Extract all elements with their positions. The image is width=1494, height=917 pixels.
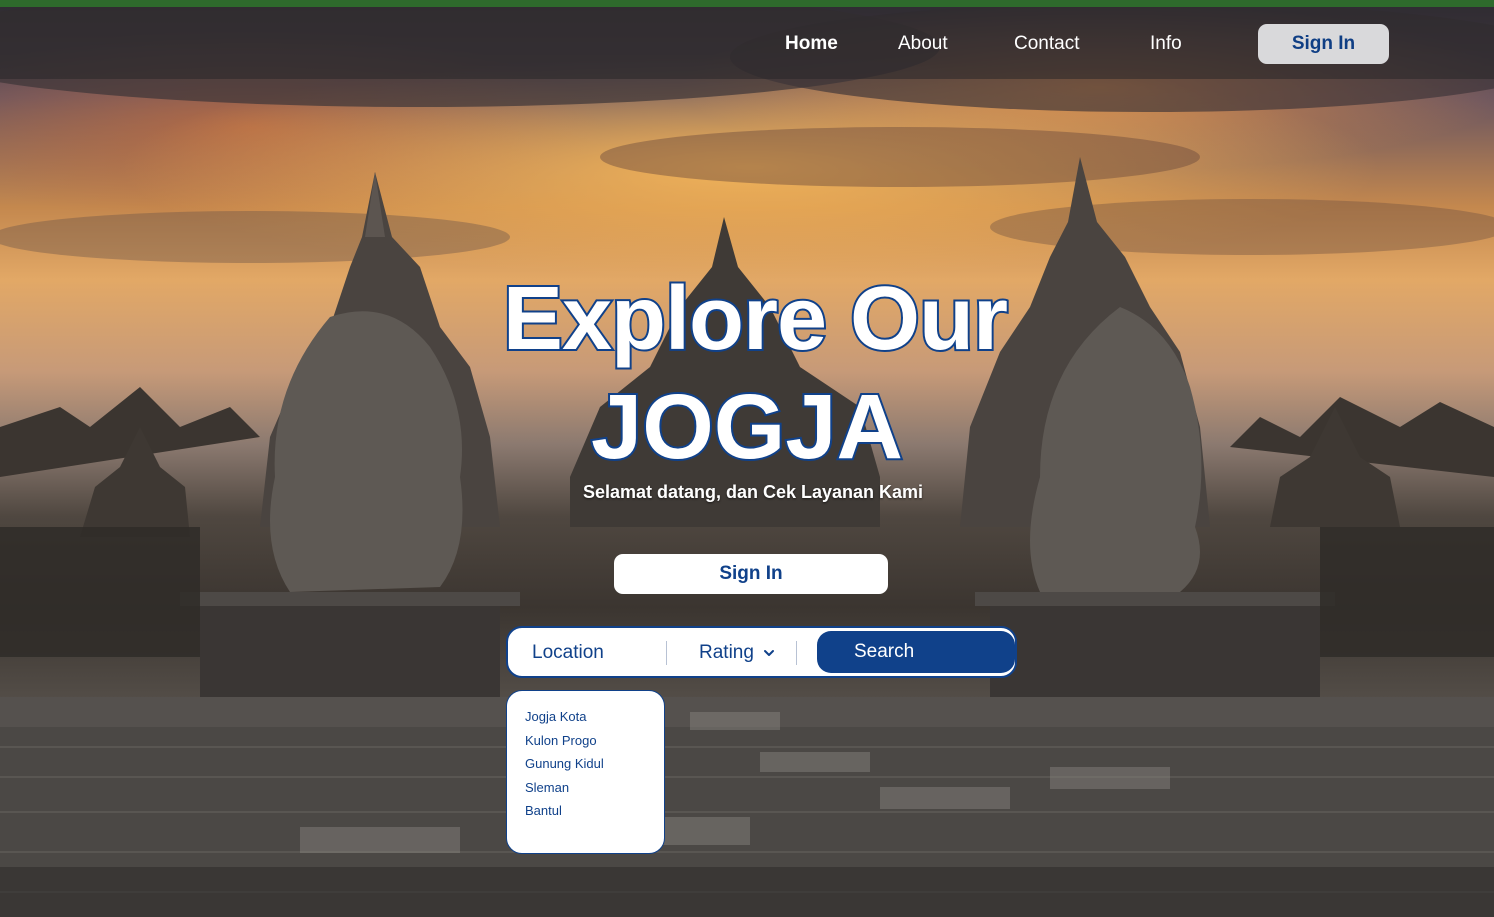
search-button[interactable]: Search (817, 631, 1015, 673)
nav-link-about[interactable]: About (898, 33, 948, 55)
nav-link-contact[interactable]: Contact (1014, 33, 1079, 55)
hero-title-line1: Explore Our (501, 267, 1010, 371)
chevron-down-icon (763, 650, 774, 656)
nav-signin-button[interactable]: Sign In (1258, 24, 1389, 64)
hero-signin-button[interactable]: Sign In (614, 554, 888, 594)
nav-link-info[interactable]: Info (1150, 33, 1182, 55)
search-divider (666, 641, 667, 665)
location-option[interactable]: Jogja Kota (525, 705, 664, 729)
location-option[interactable]: Kulon Progo (525, 729, 664, 753)
rating-select[interactable]: Rating (699, 642, 776, 664)
hero-subtitle: Selamat datang, dan Cek Layanan Kami (582, 482, 924, 502)
search-bar: Location Rating Search (506, 626, 1017, 678)
search-divider (796, 641, 797, 665)
nav-link-home[interactable]: Home (785, 33, 838, 55)
location-dropdown: Jogja Kota Kulon Progo Gunung Kidul Slem… (506, 690, 665, 854)
top-navbar: Home About Contact Info Sign In (0, 7, 1494, 79)
rating-label: Rating (699, 642, 754, 663)
location-option[interactable]: Gunung Kidul (525, 752, 664, 776)
location-option[interactable]: Sleman (525, 776, 664, 800)
location-option[interactable]: Bantul (525, 799, 664, 823)
hero-title-line2: JOGJA (589, 374, 905, 480)
location-select[interactable]: Location (532, 642, 604, 664)
top-strip (0, 0, 1494, 7)
